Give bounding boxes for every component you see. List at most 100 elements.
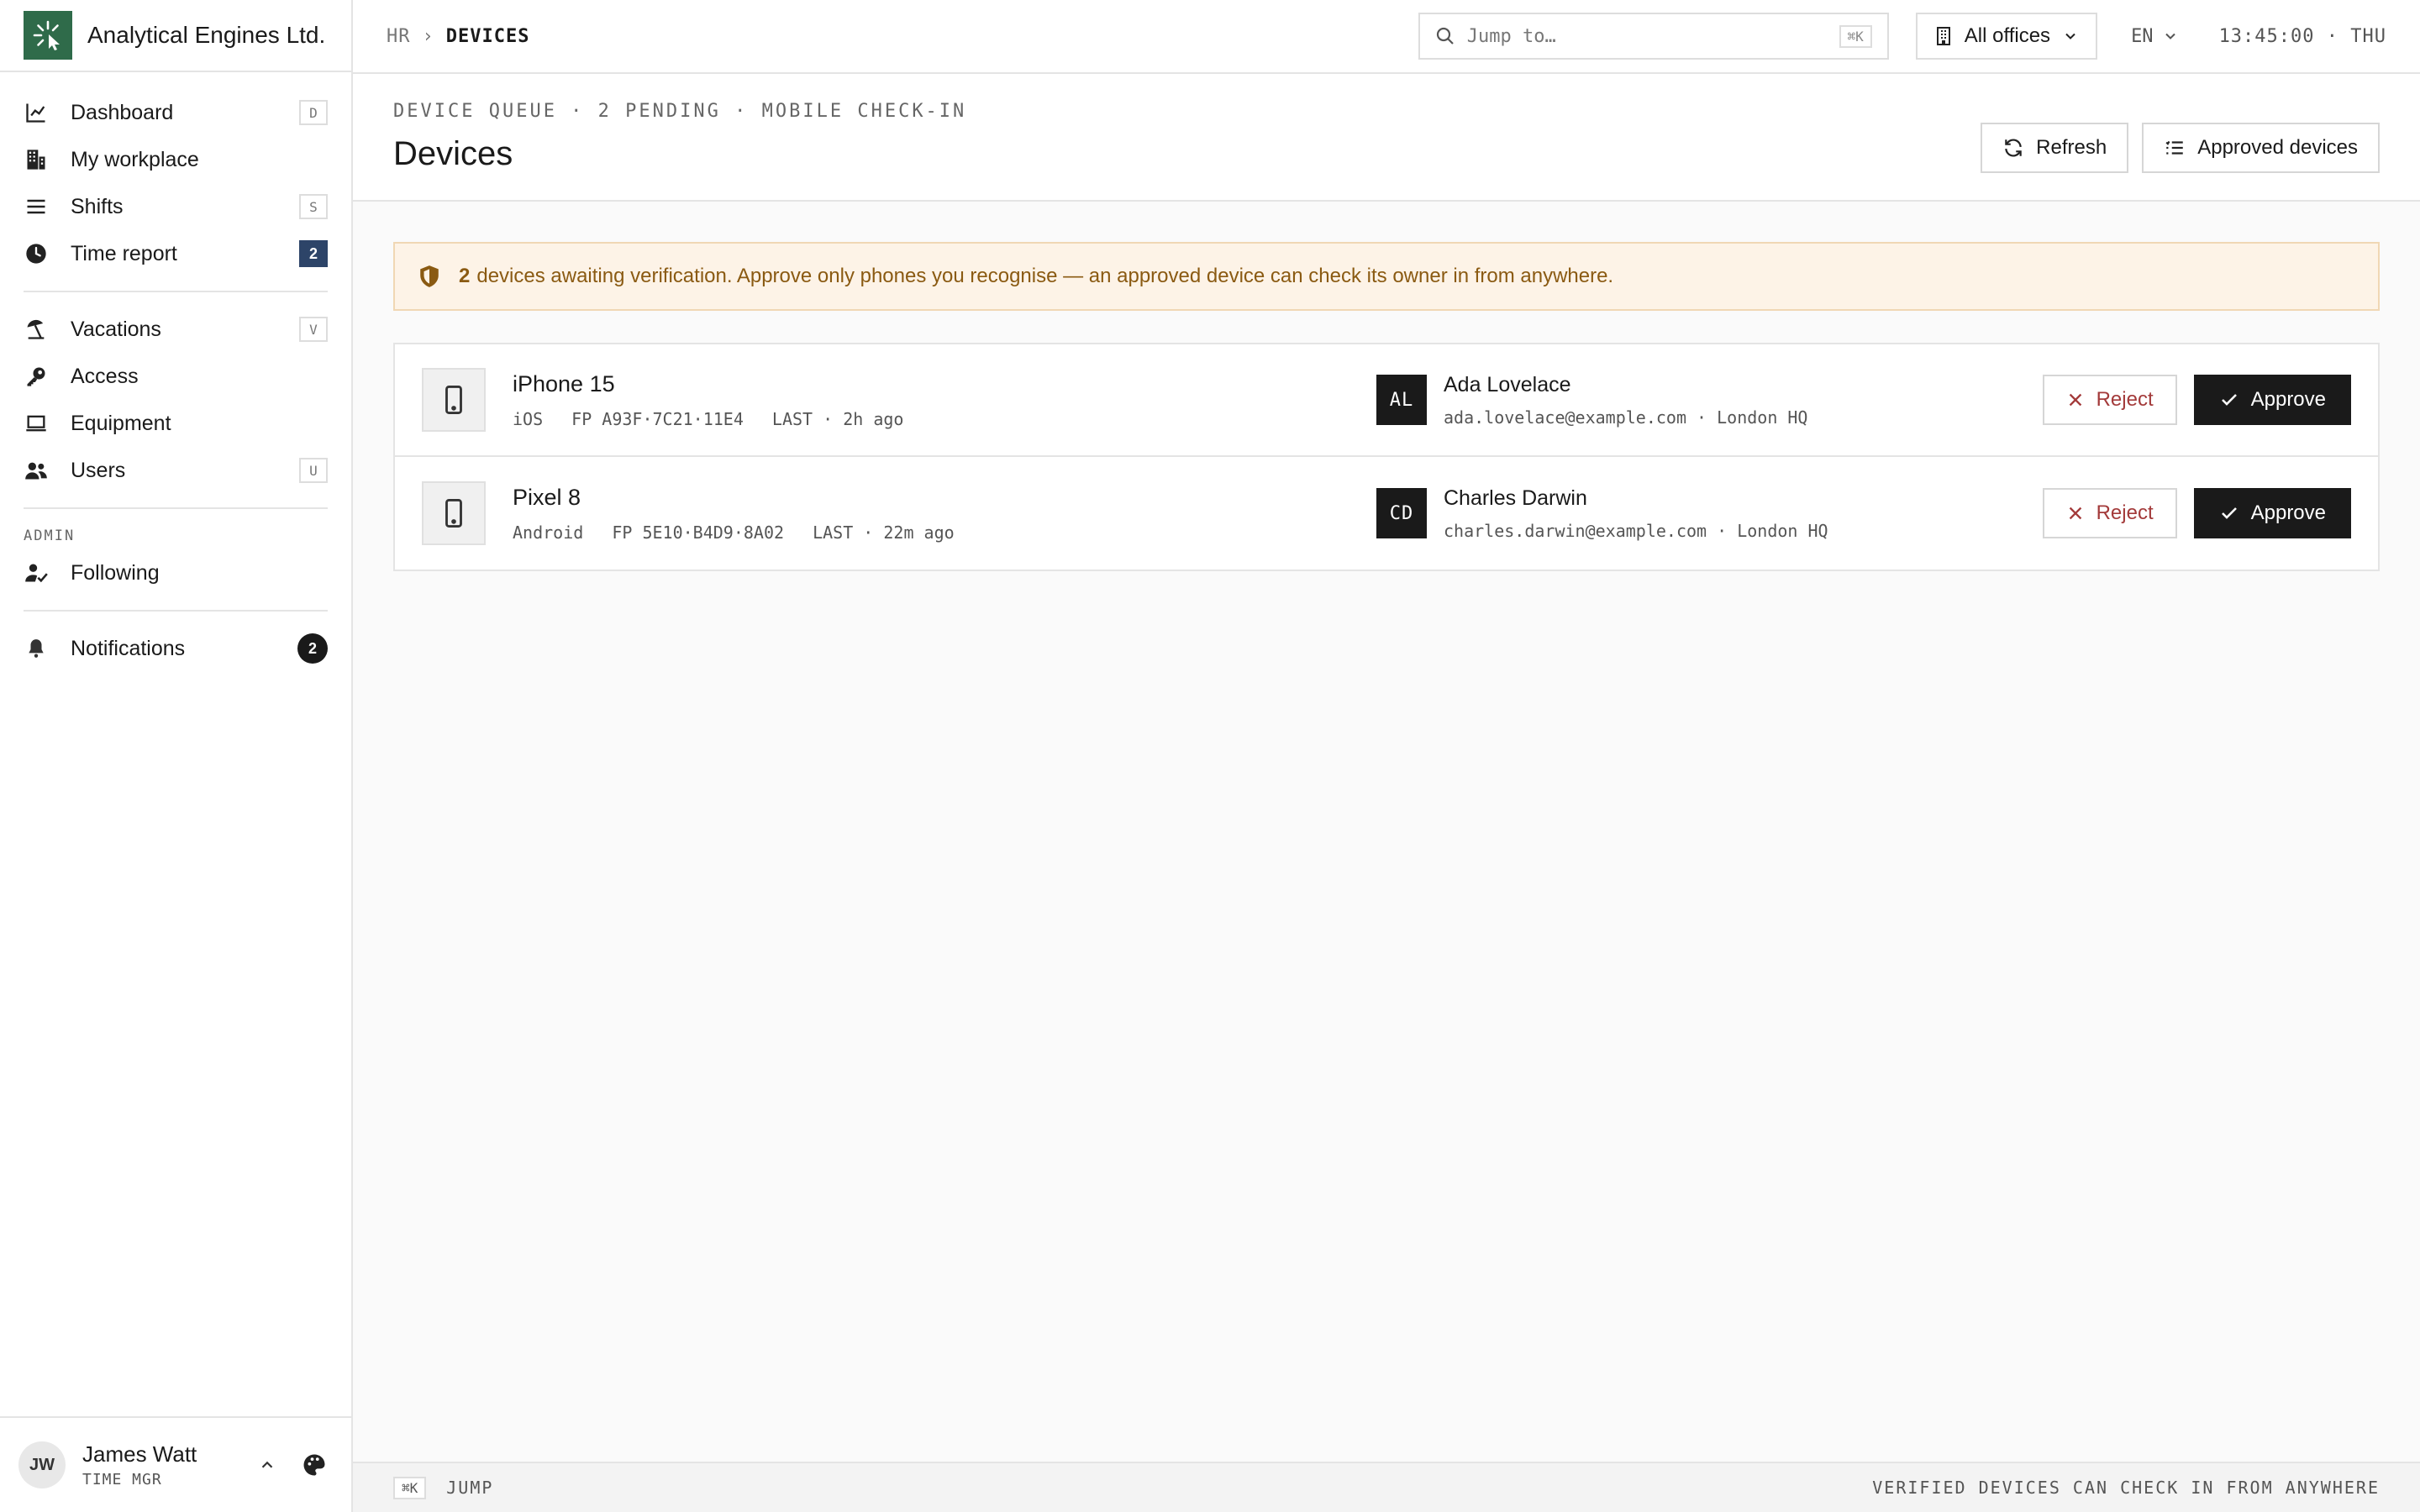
sidebar-item-label: Equipment: [71, 411, 171, 435]
search-icon: [1436, 27, 1454, 45]
topbar: HR › DEVICES Jump to… ⌘K All offices EN …: [353, 0, 2420, 74]
reject-button[interactable]: Reject: [2042, 488, 2177, 538]
sidebar-item-label: Vacations: [71, 317, 161, 341]
sidebar-item-label: Shifts: [71, 194, 124, 218]
device-fingerprint: FP A93F·7C21·11E4: [571, 408, 744, 429]
device-meta: iOS FP A93F·7C21·11E4 LAST · 2h ago: [513, 409, 1376, 429]
reject-button[interactable]: Reject: [2042, 375, 2177, 425]
beach-umbrella-icon: [24, 317, 49, 342]
row-actions: Reject Approve: [2042, 488, 2351, 538]
verification-alert: 2 devices awaiting verification. Approve…: [393, 242, 2380, 311]
language-value: EN: [2131, 25, 2154, 47]
sidebar-item-label: Users: [71, 458, 126, 482]
close-icon: [2069, 507, 2081, 520]
approved-devices-button[interactable]: Approved devices: [2142, 123, 2380, 173]
user-menu-toggle[interactable]: [249, 1446, 286, 1483]
lines-icon: [24, 194, 49, 219]
refresh-label: Refresh: [2036, 136, 2107, 159]
device-owner: AL Ada Lovelace ada.lovelace@example.com…: [1376, 373, 2043, 428]
owner-avatar: CD: [1376, 488, 1427, 538]
alert-text: devices awaiting verification. Approve o…: [476, 265, 1614, 287]
sidebar-item-label: Time report: [71, 241, 177, 265]
admin-section-label: ADMIN: [24, 528, 76, 544]
device-info: iPhone 15 iOS FP A93F·7C21·11E4 LAST · 2…: [513, 371, 1376, 429]
sidebar-nav: Dashboard D My workplace Shifts S Time r…: [0, 72, 351, 685]
status-bar: ⌘K JUMP VERIFIED DEVICES CAN CHECK IN FR…: [353, 1462, 2420, 1512]
status-bar-left: ⌘K JUMP: [393, 1476, 1872, 1499]
user-footer: JW James Watt TIME MGR: [0, 1416, 351, 1512]
shortcut-hint: S: [299, 194, 328, 219]
reject-label: Reject: [2096, 501, 2154, 524]
chevron-down-icon: [2165, 33, 2175, 39]
reject-label: Reject: [2096, 388, 2154, 411]
sidebar-item-equipment[interactable]: Equipment: [24, 400, 328, 447]
owner-name: Ada Lovelace: [1444, 372, 1571, 396]
user-meta[interactable]: James Watt TIME MGR: [82, 1441, 239, 1488]
user-avatar[interactable]: JW: [18, 1441, 66, 1488]
approve-button[interactable]: Approve: [2193, 488, 2351, 538]
approve-button[interactable]: Approve: [2193, 375, 2351, 425]
sidebar-item-label: Dashboard: [71, 100, 174, 124]
palette-icon: [303, 1454, 325, 1476]
breadcrumb-hr[interactable]: HR: [387, 26, 411, 47]
brand-logo-icon: [24, 11, 72, 60]
chart-line-icon: [24, 100, 49, 125]
device-os: Android: [513, 522, 584, 543]
sidebar-item-access[interactable]: Access: [24, 353, 328, 400]
chevron-down-icon: [2065, 33, 2075, 39]
jump-shortcut: ⌘K: [393, 1476, 427, 1499]
count-badge: 2: [299, 240, 328, 267]
approve-label: Approve: [2250, 388, 2326, 411]
sidebar-item-label: My workplace: [71, 147, 199, 171]
status-bar-message: VERIFIED DEVICES CAN CHECK IN FROM ANYWH…: [1872, 1478, 2380, 1498]
sidebar-item-my-workplace[interactable]: My workplace: [24, 136, 328, 183]
sidebar-item-notifications[interactable]: Notifications 2: [24, 625, 328, 672]
device-owner: CD Charles Darwin charles.darwin@example…: [1376, 486, 2043, 541]
refresh-button[interactable]: Refresh: [1981, 123, 2129, 173]
search-placeholder: Jump to…: [1466, 25, 1556, 47]
owner-avatar: AL: [1376, 375, 1427, 425]
header-actions: Refresh Approved devices: [1967, 123, 2380, 173]
user-role: TIME MGR: [82, 1471, 162, 1488]
sidebar-item-dashboard[interactable]: Dashboard D: [24, 89, 328, 136]
users-icon: [24, 458, 49, 483]
search-shortcut: ⌘K: [1839, 24, 1872, 48]
key-icon: [24, 364, 49, 389]
language-select[interactable]: EN: [2131, 26, 2179, 47]
page-eyebrow: DEVICE QUEUE · 2 PENDING · MOBILE CHECK-…: [393, 101, 967, 122]
sidebar-item-label: Notifications: [71, 636, 186, 660]
sidebar-item-shifts[interactable]: Shifts S: [24, 183, 328, 230]
phone-icon: [422, 481, 486, 545]
close-icon: [2069, 393, 2081, 407]
sidebar-item-vacations[interactable]: Vacations V: [24, 306, 328, 353]
brand[interactable]: Analytical Engines Ltd.: [0, 0, 351, 72]
user-name: James Watt: [82, 1441, 197, 1467]
main-content: 2 devices awaiting verification. Approve…: [393, 242, 2380, 571]
bell-icon: [24, 636, 49, 661]
clock-icon: [24, 241, 49, 266]
user-check-icon: [24, 560, 49, 585]
clock: 13:45:00 · THU: [2218, 25, 2386, 47]
approved-devices-label: Approved devices: [2197, 136, 2358, 159]
owner-meta: charles.darwin@example.com · London HQ: [1444, 520, 1828, 541]
device-os: iOS: [513, 408, 544, 429]
shortcut-hint: V: [299, 317, 328, 342]
shortcut-hint: U: [299, 458, 328, 483]
sidebar-item-users[interactable]: Users U: [24, 447, 328, 494]
shield-icon: [418, 265, 440, 288]
breadcrumb-current: DEVICES: [445, 25, 530, 47]
phone-icon: [422, 368, 486, 432]
sidebar-item-following[interactable]: Following: [24, 549, 328, 596]
jump-hint[interactable]: JUMP: [446, 1478, 493, 1498]
office-select[interactable]: All offices: [1915, 13, 2098, 60]
laptop-icon: [24, 411, 49, 436]
nav-group-main: Dashboard D My workplace Shifts S Time r…: [24, 72, 328, 292]
device-last-seen: LAST · 22m ago: [813, 522, 955, 543]
list-check-icon: [2165, 140, 2183, 155]
device-row: Pixel 8 Android FP 5E10·B4D9·8A02 LAST ·…: [395, 457, 2378, 570]
search-input[interactable]: Jump to… ⌘K: [1418, 13, 1889, 60]
theme-button[interactable]: [296, 1446, 333, 1483]
building-icon: [24, 147, 49, 172]
sidebar-item-time-report[interactable]: Time report 2: [24, 230, 328, 277]
sidebar: Analytical Engines Ltd. Dashboard D My w…: [0, 0, 353, 1512]
